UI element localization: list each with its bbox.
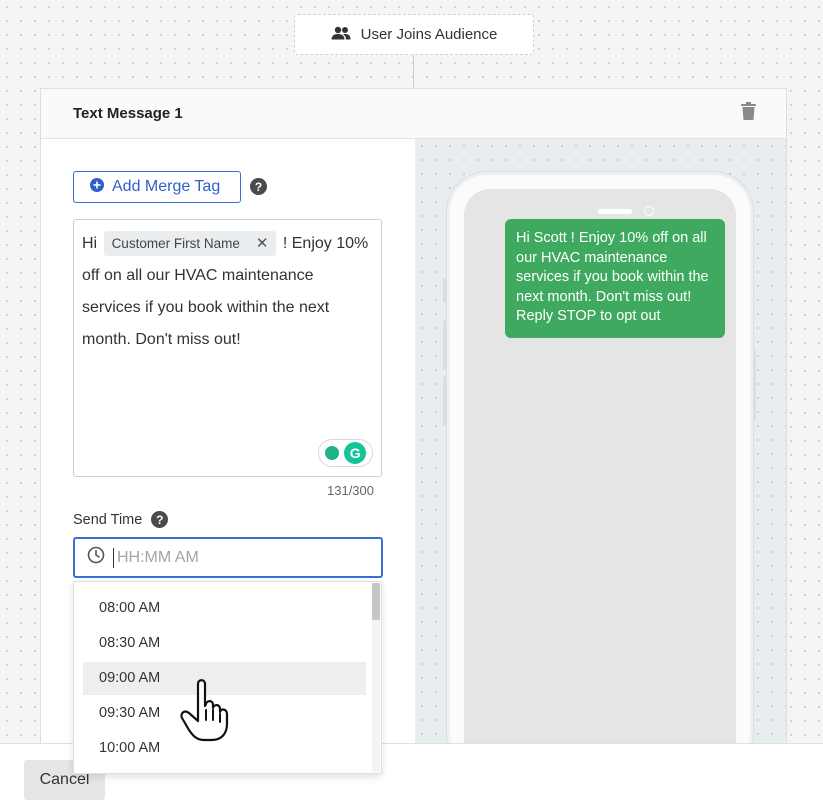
- merge-tag-chip[interactable]: Customer First Name ✕: [103, 231, 277, 257]
- close-icon[interactable]: ✕: [256, 231, 269, 256]
- phone-side-button: [443, 278, 446, 303]
- people-icon: [331, 26, 351, 44]
- plus-circle-icon: [90, 177, 104, 197]
- merge-button-label: Add Merge Tag: [112, 178, 221, 195]
- lightbulb-icon: [324, 446, 339, 460]
- add-merge-tag-button[interactable]: Add Merge Tag: [73, 171, 241, 203]
- trigger-node[interactable]: User Joins Audience: [294, 14, 534, 55]
- grammarly-icon: G: [344, 442, 367, 464]
- phone-side-button: [753, 350, 756, 420]
- message-editor[interactable]: Hi Customer First Name ✕ ! Enjoy 10% off…: [73, 219, 382, 477]
- phone-side-button: [443, 320, 446, 370]
- help-icon[interactable]: ?: [151, 511, 169, 528]
- phone-camera: [644, 206, 654, 216]
- trash-icon[interactable]: [741, 102, 756, 125]
- flow-connector: [413, 54, 414, 88]
- grammarly-widget[interactable]: G: [318, 439, 373, 467]
- card-header: Text Message 1: [41, 89, 786, 139]
- send-time-field[interactable]: [73, 537, 383, 578]
- time-option[interactable]: 08:00 AM: [83, 592, 366, 625]
- send-time-input[interactable]: [113, 547, 343, 568]
- clock-icon: [87, 546, 105, 569]
- text-before: Hi: [82, 235, 98, 252]
- phone-side-button: [443, 376, 446, 426]
- hand-cursor-icon: [176, 676, 232, 749]
- char-count: 131/300: [327, 483, 374, 498]
- card-title: Text Message 1: [73, 105, 183, 122]
- merge-tag-label: Customer First Name: [111, 236, 240, 252]
- time-option[interactable]: 08:30 AM: [83, 627, 366, 660]
- send-time-label: Send Time ?: [73, 511, 169, 528]
- send-time-label-text: Send Time: [73, 511, 143, 528]
- sms-preview-bubble: Hi Scott ! Enjoy 10% off on all our HVAC…: [505, 219, 725, 338]
- help-icon[interactable]: ?: [250, 178, 267, 195]
- trigger-label: User Joins Audience: [360, 26, 498, 43]
- phone-speaker: [598, 209, 632, 214]
- dropdown-scrollbar-thumb[interactable]: [372, 583, 380, 620]
